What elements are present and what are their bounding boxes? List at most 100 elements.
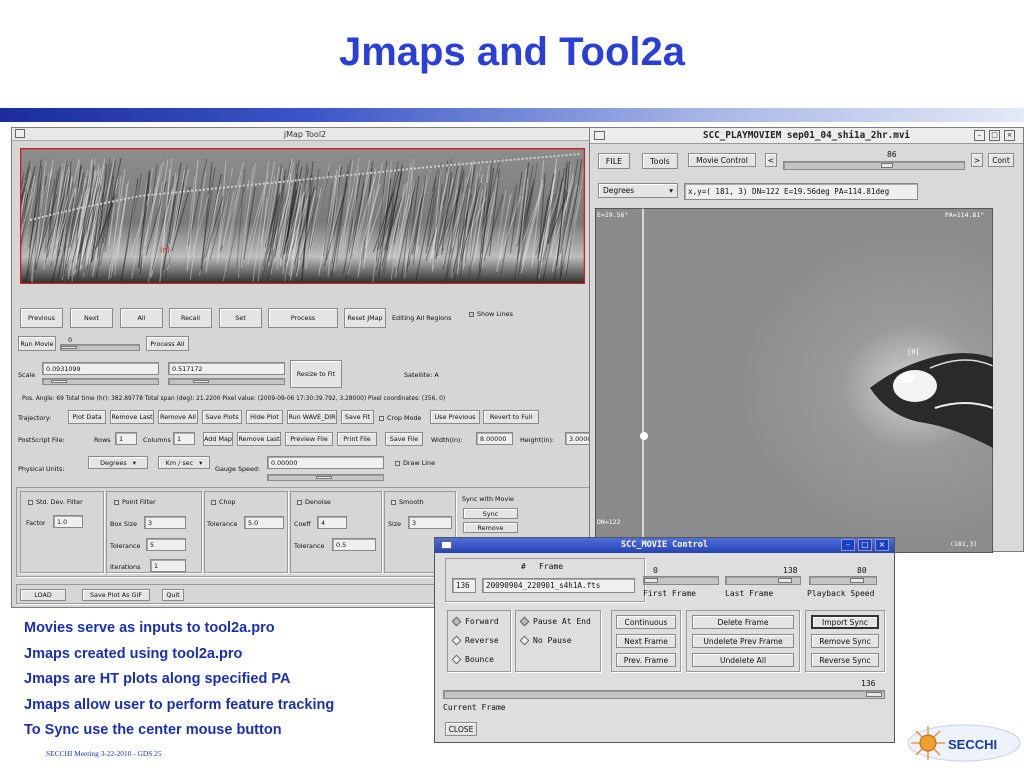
undelete-prev-frame-button[interactable]: Undelete Prev Frame bbox=[692, 634, 794, 648]
first-frame-slider[interactable] bbox=[643, 576, 719, 585]
run-movie-slider[interactable] bbox=[60, 344, 140, 351]
point-tolerance-field[interactable]: 5 bbox=[146, 538, 186, 551]
jmap-image[interactable]: (n) bbox=[20, 148, 585, 284]
playmovie-titlebar[interactable]: SCC_PLAYMOVIEM sep01_04_shi1a_2hr.mvi bbox=[590, 128, 1023, 144]
continuous-button[interactable]: Continuous bbox=[616, 615, 676, 629]
scale-max-field[interactable]: 0.517172 bbox=[168, 362, 285, 375]
save-plots-button[interactable]: Save Plots bbox=[202, 410, 242, 424]
remove-all-button[interactable]: Remove All bbox=[158, 410, 198, 424]
units-dropdown[interactable]: Degrees ▾ bbox=[598, 183, 678, 198]
denoise-checkbox[interactable]: Denoise bbox=[297, 498, 331, 506]
reverse-sync-button[interactable]: Reverse Sync bbox=[811, 653, 879, 667]
playmovie-menu-icon[interactable] bbox=[594, 131, 605, 140]
set-button[interactable]: Set bbox=[219, 308, 262, 328]
frame-slider[interactable] bbox=[783, 161, 965, 170]
jmap-window-titlebar[interactable]: jMap Tool2 bbox=[12, 128, 598, 141]
next-frame-button[interactable]: Next Frame bbox=[616, 634, 676, 648]
reset-jmap-button[interactable]: Reset JMap bbox=[344, 308, 386, 328]
reverse-radio[interactable]: Reverse bbox=[451, 635, 499, 646]
print-file-button[interactable]: Print File bbox=[337, 432, 377, 446]
slider-thumb[interactable] bbox=[866, 692, 882, 697]
plot-data-button[interactable]: Plot Data bbox=[68, 410, 106, 424]
units-dropdown-speed[interactable]: Km / sec ▾ bbox=[158, 456, 210, 469]
movie-control-button[interactable]: Movie Control bbox=[688, 153, 756, 167]
import-sync-button[interactable]: Import Sync bbox=[811, 615, 879, 629]
forward-radio[interactable]: Forward bbox=[451, 616, 499, 627]
gauge-speed-field[interactable]: 0.00000 bbox=[267, 456, 384, 469]
preview-file-button[interactable]: Preview File bbox=[285, 432, 333, 446]
save-fit-button[interactable]: Save Fit bbox=[341, 410, 374, 424]
cont-button[interactable]: Cont bbox=[988, 153, 1014, 167]
frame-filename-field[interactable]: 20090904_220901_s4h1A.fts bbox=[482, 578, 635, 593]
frame-prev-arrow[interactable]: < bbox=[765, 153, 777, 167]
gauge-speed-slider[interactable] bbox=[267, 474, 384, 481]
denoise-tolerance-field[interactable]: 0.5 bbox=[332, 538, 376, 551]
coronagraph-image[interactable]: E=19.56° PA=114.81° [0] DN=122 (181,3) bbox=[595, 208, 993, 553]
slider-thumb[interactable] bbox=[51, 380, 67, 383]
sync-remove-button[interactable]: Remove bbox=[463, 522, 518, 533]
minimize-icon[interactable]: – bbox=[841, 539, 855, 551]
slider-thumb[interactable] bbox=[881, 163, 893, 168]
close-button[interactable]: CLOSE bbox=[445, 722, 477, 736]
columns-field[interactable]: 1 bbox=[173, 432, 195, 445]
bounce-radio[interactable]: Bounce bbox=[451, 654, 494, 665]
show-lines-checkbox[interactable]: Show Lines bbox=[469, 310, 513, 318]
chop-checkbox[interactable]: Chop bbox=[211, 498, 235, 506]
std-dev-filter-checkbox[interactable]: Std. Dev. Filter bbox=[28, 498, 83, 506]
prev-frame-button[interactable]: Prev. Frame bbox=[616, 653, 676, 667]
width-field[interactable]: 8.00000 bbox=[476, 432, 513, 445]
factor-field[interactable]: 1.0 bbox=[53, 515, 83, 528]
next-button[interactable]: Next bbox=[70, 308, 113, 328]
units-dropdown-degrees[interactable]: Degrees ▾ bbox=[88, 456, 148, 469]
save-file-button[interactable]: Save File bbox=[385, 432, 423, 446]
all-button[interactable]: All bbox=[120, 308, 163, 328]
process-all-button[interactable]: Process All bbox=[146, 336, 189, 351]
maximize-icon[interactable]: □ bbox=[989, 130, 1000, 141]
playback-speed-slider[interactable] bbox=[809, 576, 877, 585]
save-plot-gif-button[interactable]: Save Plot As GIF bbox=[82, 589, 150, 601]
remove-sync-button[interactable]: Remove Sync bbox=[811, 634, 879, 648]
process-button[interactable]: Process bbox=[268, 308, 338, 328]
revert-to-full-button[interactable]: Revert to Full bbox=[483, 410, 539, 424]
slider-thumb[interactable] bbox=[61, 346, 77, 349]
movie-control-titlebar[interactable]: SCC_MOVIE Control bbox=[435, 538, 894, 553]
file-menu-button[interactable]: FILE bbox=[598, 153, 630, 169]
slider-thumb[interactable] bbox=[316, 476, 332, 479]
scale-min-field[interactable]: 0.0931099 bbox=[42, 362, 159, 375]
slider-thumb[interactable] bbox=[850, 578, 864, 583]
tools-menu-button[interactable]: Tools bbox=[642, 153, 678, 169]
size-field[interactable]: 3 bbox=[408, 516, 452, 529]
crop-mode-checkbox[interactable]: Crop Mode bbox=[379, 414, 421, 422]
point-filter-checkbox[interactable]: Point Filter bbox=[114, 498, 156, 506]
box-size-field[interactable]: 3 bbox=[144, 516, 186, 529]
current-frame-slider[interactable] bbox=[443, 690, 885, 699]
rows-field[interactable]: 1 bbox=[115, 432, 137, 445]
quit-button[interactable]: Quit bbox=[162, 589, 184, 601]
pause-at-end-radio[interactable]: Pause At End bbox=[519, 616, 591, 627]
slider-thumb[interactable] bbox=[193, 380, 209, 383]
movie-control-menu-icon[interactable] bbox=[441, 541, 452, 549]
last-frame-slider[interactable] bbox=[725, 576, 801, 585]
close-icon[interactable]: × bbox=[875, 539, 889, 551]
close-icon[interactable]: × bbox=[1004, 130, 1015, 141]
ps-remove-last-button[interactable]: Remove Last bbox=[237, 432, 281, 446]
previous-button[interactable]: Previous bbox=[20, 308, 63, 328]
frame-number-field[interactable]: 136 bbox=[452, 578, 476, 593]
resize-to-fit-button[interactable]: Resize to Fit bbox=[290, 360, 342, 388]
smooth-checkbox[interactable]: Smooth bbox=[391, 498, 424, 506]
frame-next-arrow[interactable]: > bbox=[971, 153, 983, 167]
minimize-icon[interactable]: – bbox=[974, 130, 985, 141]
delete-frame-button[interactable]: Delete Frame bbox=[692, 615, 794, 629]
slider-thumb[interactable] bbox=[778, 578, 792, 583]
no-pause-radio[interactable]: No Pause bbox=[519, 635, 572, 646]
chop-tolerance-field[interactable]: 5.0 bbox=[244, 516, 284, 529]
iterations-field[interactable]: 1 bbox=[150, 559, 186, 572]
run-wave-dir-button[interactable]: Run WAVE_DIR bbox=[287, 410, 337, 424]
maximize-icon[interactable]: □ bbox=[858, 539, 872, 551]
jmap-window-menu-icon[interactable] bbox=[15, 129, 25, 138]
recall-button[interactable]: Recall bbox=[169, 308, 212, 328]
remove-last-button[interactable]: Remove Last bbox=[110, 410, 154, 424]
load-button[interactable]: LOAD bbox=[20, 589, 66, 601]
sync-button[interactable]: Sync bbox=[463, 508, 518, 519]
use-previous-button[interactable]: Use Previous bbox=[430, 410, 480, 424]
